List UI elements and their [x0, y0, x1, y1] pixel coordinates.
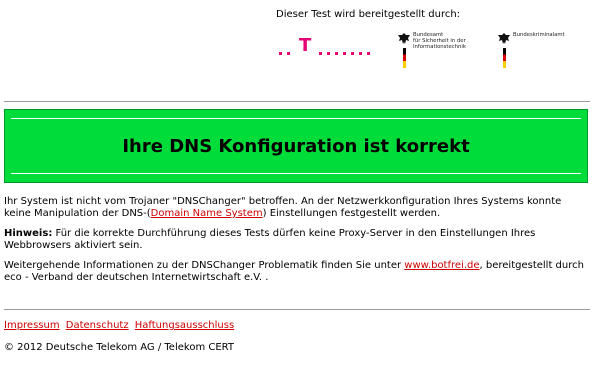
- domain-name-system-link[interactable]: Domain Name System: [151, 208, 263, 219]
- federal-eagle-icon: [398, 33, 410, 44]
- result-description: Ihr System ist nicht vom Trojaner "DNSCh…: [4, 196, 588, 220]
- german-flag-stripe: [403, 48, 406, 68]
- result-banner: Ihre DNS Konfiguration ist korrekt: [4, 109, 588, 183]
- result-text-end: ) Einstellungen festgestellt werden.: [262, 208, 441, 219]
- impressum-link[interactable]: Impressum: [4, 320, 60, 331]
- botfrei-link[interactable]: www.botfrei.de: [404, 260, 479, 271]
- divider-top: [4, 101, 590, 102]
- more-info-paragraph: Weitergehende Informationen zu der DNSCh…: [4, 260, 588, 284]
- bka-logo-text: Bundeskriminalamt: [513, 32, 565, 38]
- copyright-notice: © 2012 Deutsche Telekom AG / Telekom CER…: [4, 342, 234, 353]
- more-info-text-start: Weitergehende Informationen zu der DNSCh…: [4, 260, 405, 271]
- telekom-t-logo-icon: T: [299, 35, 312, 56]
- german-flag-stripe: [503, 48, 506, 68]
- federal-eagle-icon: [498, 33, 510, 44]
- hint-text: Für die korrekte Durchführung dieses Tes…: [4, 228, 536, 251]
- footer-links: Impressum Datenschutz Haftungsausschluss: [4, 320, 237, 332]
- haftungsausschluss-link[interactable]: Haftungsausschluss: [135, 320, 234, 331]
- result-title: Ihre DNS Konfiguration ist korrekt: [122, 136, 470, 157]
- hint-paragraph: Hinweis: Für die korrekte Durchführung d…: [4, 228, 588, 252]
- hint-label: Hinweis:: [4, 228, 53, 239]
- telekom-logo: T: [279, 37, 375, 59]
- divider-bottom: [4, 309, 590, 310]
- bsi-logo-text: Bundesamt für Sicherheit in der Informat…: [413, 32, 466, 50]
- datenschutz-link[interactable]: Datenschutz: [66, 320, 129, 331]
- bsi-logo: Bundesamt für Sicherheit in der Informat…: [397, 32, 487, 72]
- bka-logo: Bundeskriminalamt: [497, 32, 577, 72]
- sponsor-heading: Dieser Test wird bereitgestellt durch:: [276, 9, 461, 20]
